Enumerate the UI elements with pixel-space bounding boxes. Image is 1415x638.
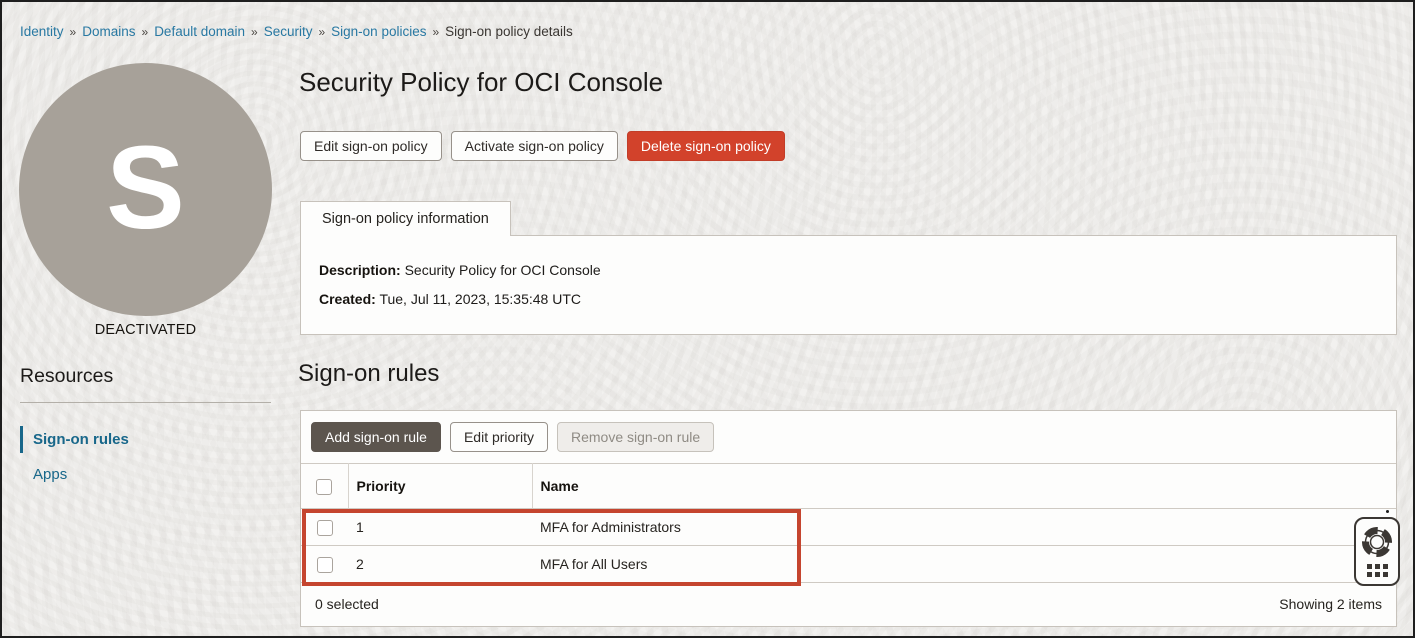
- breadcrumb-security[interactable]: Security: [264, 24, 313, 39]
- policy-actions: Edit sign-on policy Activate sign-on pol…: [300, 131, 785, 161]
- row-checkbox-cell: [301, 546, 348, 583]
- table-row[interactable]: 2 MFA for All Users: [301, 546, 1396, 583]
- breadcrumb-default-domain[interactable]: Default domain: [154, 24, 245, 39]
- tab-sign-on-policy-information[interactable]: Sign-on policy information: [300, 201, 511, 236]
- breadcrumb-sign-on-policies[interactable]: Sign-on policies: [331, 24, 426, 39]
- select-all-checkbox[interactable]: [316, 479, 332, 495]
- page-title: Security Policy for OCI Console: [299, 67, 663, 98]
- row-name: MFA for Administrators: [532, 509, 1396, 546]
- row-checkbox[interactable]: [317, 520, 333, 536]
- edit-priority-button[interactable]: Edit priority: [450, 422, 548, 452]
- breadcrumb-identity[interactable]: Identity: [20, 24, 64, 39]
- table-footer: 0 selected Showing 2 items: [301, 583, 1396, 624]
- row-checkbox-cell: [301, 509, 348, 546]
- description-label: Description:: [319, 262, 401, 278]
- items-count: Showing 2 items: [1279, 596, 1382, 612]
- remove-sign-on-rule-button[interactable]: Remove sign-on rule: [557, 422, 714, 452]
- life-ring-icon[interactable]: [1362, 527, 1392, 557]
- row-checkbox[interactable]: [317, 557, 333, 573]
- header-checkbox-cell: [301, 464, 348, 509]
- created-value: Tue, Jul 11, 2023, 15:35:48 UTC: [379, 291, 581, 307]
- breadcrumb: Identity » Domains » Default domain » Security…: [20, 24, 573, 39]
- breadcrumb-separator: »: [432, 25, 439, 39]
- policy-information-panel: Description: Security Policy for OCI Con…: [300, 235, 1397, 335]
- sign-on-rules-panel: Add sign-on rule Edit priority Remove si…: [300, 410, 1397, 627]
- breadcrumb-separator: »: [142, 25, 149, 39]
- status-badge: DEACTIVATED: [19, 322, 272, 338]
- sign-on-rules-table: Priority Name 1 MFA for Administrators 2: [301, 463, 1396, 583]
- table-header-row: Priority Name: [301, 464, 1396, 509]
- breadcrumb-separator: »: [318, 25, 325, 39]
- sidebar-item-apps[interactable]: Apps: [20, 466, 67, 483]
- table-row[interactable]: 1 MFA for Administrators: [301, 509, 1396, 546]
- policy-avatar: S: [19, 63, 272, 316]
- created-row: Created: Tue, Jul 11, 2023, 15:35:48 UTC: [319, 291, 1396, 307]
- row-priority: 2: [348, 546, 532, 583]
- created-label: Created:: [319, 291, 376, 307]
- breadcrumb-current: Sign-on policy details: [445, 24, 573, 39]
- column-header-priority[interactable]: Priority: [348, 464, 532, 509]
- resources-divider: [20, 402, 271, 403]
- column-header-name[interactable]: Name: [532, 464, 1396, 509]
- add-sign-on-rule-button[interactable]: Add sign-on rule: [311, 422, 441, 452]
- row-priority: 1: [348, 509, 532, 546]
- activate-sign-on-policy-button[interactable]: Activate sign-on policy: [451, 131, 618, 161]
- cursor-dot: [1386, 510, 1389, 513]
- rules-toolbar: Add sign-on rule Edit priority Remove si…: [301, 411, 1396, 463]
- breadcrumb-separator: »: [251, 25, 258, 39]
- resources-heading: Resources: [20, 365, 113, 388]
- description-value: Security Policy for OCI Console: [405, 262, 601, 278]
- description-row: Description: Security Policy for OCI Con…: [319, 262, 1396, 278]
- floating-help-widget[interactable]: [1354, 517, 1400, 586]
- delete-sign-on-policy-button[interactable]: Delete sign-on policy: [627, 131, 785, 161]
- sign-on-rules-heading: Sign-on rules: [298, 360, 439, 388]
- sidebar-item-sign-on-rules[interactable]: Sign-on rules: [20, 426, 129, 453]
- oci-console-page: Identity » Domains » Default domain » Security…: [0, 0, 1415, 638]
- breadcrumb-domains[interactable]: Domains: [82, 24, 135, 39]
- breadcrumb-separator: »: [70, 25, 77, 39]
- grid-dots-icon[interactable]: [1367, 564, 1388, 577]
- row-name: MFA for All Users: [532, 546, 1396, 583]
- avatar-initial: S: [106, 129, 185, 247]
- edit-sign-on-policy-button[interactable]: Edit sign-on policy: [300, 131, 442, 161]
- selected-count: 0 selected: [315, 596, 379, 612]
